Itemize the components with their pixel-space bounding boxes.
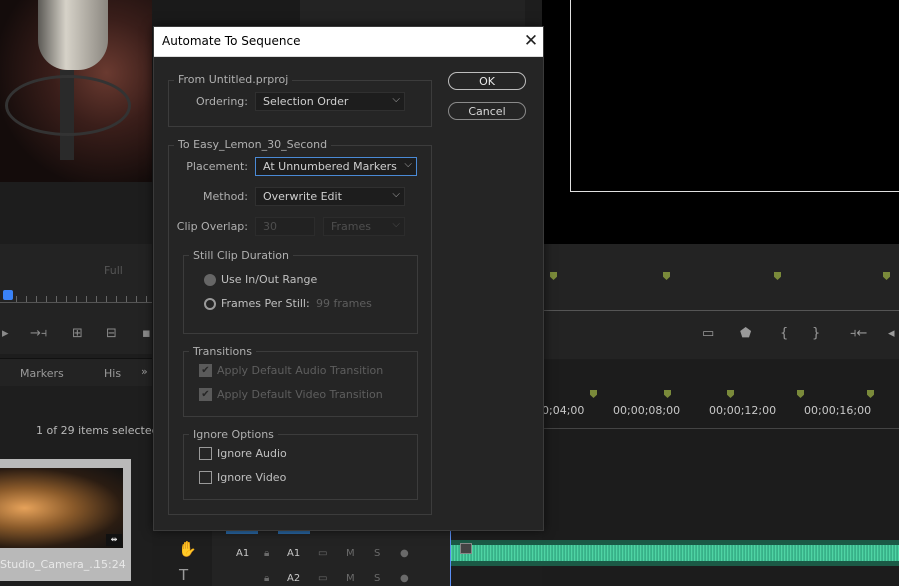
tab-history[interactable]: His — [104, 367, 121, 380]
method-value: Overwrite Edit — [263, 190, 342, 203]
audio-transition-label: Apply Default Audio Transition — [217, 364, 384, 377]
sync-icon[interactable]: ▭ — [318, 548, 327, 559]
frames-per-still-label: Frames Per Still: — [221, 297, 310, 310]
tab-markers[interactable]: Markers — [20, 367, 64, 380]
method-select[interactable]: Overwrite Edit ⌵ — [255, 187, 405, 206]
overwrite-icon[interactable]: ⊟ — [106, 326, 117, 341]
track-a1[interactable]: A1 — [287, 548, 300, 559]
use-in-out-radio[interactable] — [204, 274, 216, 286]
step-back-icon[interactable]: ◂ — [888, 326, 895, 341]
voiceover-mic-icon[interactable]: ● — [400, 548, 409, 559]
fx-badge-icon — [460, 543, 472, 554]
clip-overlap-unit-select[interactable]: Frames ⌵ — [323, 217, 405, 236]
timecode-label: 00;00;12;00 — [709, 404, 777, 417]
add-marker-icon[interactable]: ⬟ — [740, 326, 751, 341]
shock-mount — [5, 75, 131, 136]
safe-margins-icon[interactable]: ▭ — [702, 326, 714, 341]
frames-per-still-value[interactable]: 99 frames — [316, 297, 372, 310]
clip-overlap-label: Clip Overlap: — [176, 220, 248, 233]
clip-name: Studio_Camera_... — [0, 558, 100, 571]
clip-overlap-unit: Frames — [331, 220, 372, 233]
ordering-label: Ordering: — [196, 95, 248, 108]
sync-icon[interactable]: ▭ — [318, 573, 327, 584]
timeline-playhead[interactable] — [450, 530, 451, 586]
clip-duration: 15:24 — [94, 558, 126, 571]
voiceover-mic-icon[interactable]: ● — [400, 573, 409, 584]
still-clip-group — [183, 255, 418, 334]
clip-type-icon: ⇹ — [106, 534, 122, 546]
top-panel-strip — [300, 0, 525, 26]
timecode-label: 00;00;08;00 — [613, 404, 681, 417]
mute-button[interactable]: M — [346, 548, 355, 559]
ignore-options-title: Ignore Options — [189, 428, 278, 441]
ignore-audio-checkbox[interactable] — [199, 447, 212, 460]
program-time-ruler[interactable] — [542, 300, 899, 311]
timeline-ruler[interactable] — [542, 418, 899, 429]
dialog-titlebar[interactable]: Automate To Sequence ✕ — [154, 27, 543, 57]
mark-in-icon[interactable]: { — [780, 326, 788, 341]
lock-icon[interactable]: 🔒︎ — [264, 573, 269, 584]
panel-overflow-icon[interactable]: » — [141, 365, 148, 378]
solo-button[interactable]: S — [374, 548, 380, 559]
timecode-label: 00;00;16;00 — [804, 404, 872, 417]
hand-tool-icon[interactable]: ✋ — [178, 540, 197, 558]
close-icon[interactable]: ✕ — [520, 29, 542, 53]
timecode-label: 0;04;00 — [542, 404, 585, 417]
video-transition-label: Apply Default Video Transition — [217, 388, 383, 401]
chevron-down-icon: ⌵ — [392, 94, 400, 105]
ordering-value: Selection Order — [263, 95, 349, 108]
ok-button[interactable]: OK — [448, 72, 526, 90]
chevron-down-icon: ⌵ — [404, 159, 412, 170]
play-icon[interactable]: ▸ — [2, 326, 9, 341]
track-a2[interactable]: A2 — [287, 573, 300, 584]
chevron-down-icon: ⌵ — [392, 219, 400, 230]
transitions-group — [183, 351, 418, 417]
solo-button[interactable]: S — [374, 573, 380, 584]
ignore-video-label: Ignore Video — [217, 471, 287, 484]
source-transport-bar: ▸ →⫞ ⊞ ⊟ ▪ — [0, 326, 152, 346]
resolution-dropdown[interactable]: Full — [104, 264, 123, 277]
audio-waveform — [451, 545, 899, 561]
microphone-image — [38, 0, 108, 70]
clip-overlap-input[interactable]: 30 — [255, 217, 315, 236]
placement-label: Placement: — [186, 160, 248, 173]
ordering-select[interactable]: Selection Order ⌵ — [255, 92, 405, 111]
type-tool-icon[interactable]: T — [179, 566, 188, 584]
frames-per-still-radio[interactable] — [204, 298, 216, 310]
clip-thumbnail-image — [0, 468, 123, 548]
program-frame-outline — [570, 0, 899, 192]
to-group-title: To Easy_Lemon_30_Second — [174, 138, 332, 151]
method-label: Method: — [203, 190, 248, 203]
mute-button[interactable]: M — [346, 573, 355, 584]
placement-select[interactable]: At Unnumbered Markers ⌵ — [255, 157, 417, 176]
from-group-title: From Untitled.prproj — [174, 73, 293, 86]
cancel-button[interactable]: Cancel — [448, 102, 526, 120]
use-in-out-label: Use In/Out Range — [221, 273, 318, 286]
step-forward-icon[interactable]: →⫞ — [30, 326, 47, 341]
dialog-title: Automate To Sequence — [162, 34, 301, 48]
placement-value: At Unnumbered Markers — [263, 160, 397, 173]
source-patch-a1[interactable]: A1 — [236, 548, 249, 559]
still-clip-title: Still Clip Duration — [189, 249, 294, 262]
items-selected-count: 1 of 29 items selected — [36, 424, 159, 437]
source-playhead[interactable] — [3, 290, 13, 300]
ignore-options-group — [183, 434, 418, 500]
audio-transition-checkbox[interactable]: ✔ — [199, 364, 212, 377]
chevron-down-icon: ⌵ — [392, 189, 400, 200]
program-transport-bar: ▭ ⬟ { } ⫞← ◂ — [700, 326, 899, 344]
mark-out-icon[interactable]: } — [812, 326, 820, 341]
insert-icon[interactable]: ⊞ — [72, 326, 83, 341]
automate-to-sequence-dialog: Automate To Sequence ✕ From Untitled.prp… — [153, 26, 544, 531]
transitions-title: Transitions — [189, 345, 256, 358]
go-to-in-icon[interactable]: ⫞← — [850, 326, 867, 341]
ignore-video-checkbox[interactable] — [199, 471, 212, 484]
video-transition-checkbox[interactable]: ✔ — [199, 388, 212, 401]
lock-icon[interactable]: 🔒︎ — [264, 548, 269, 559]
camera-icon[interactable]: ▪ — [142, 326, 151, 341]
ignore-audio-label: Ignore Audio — [217, 447, 287, 460]
